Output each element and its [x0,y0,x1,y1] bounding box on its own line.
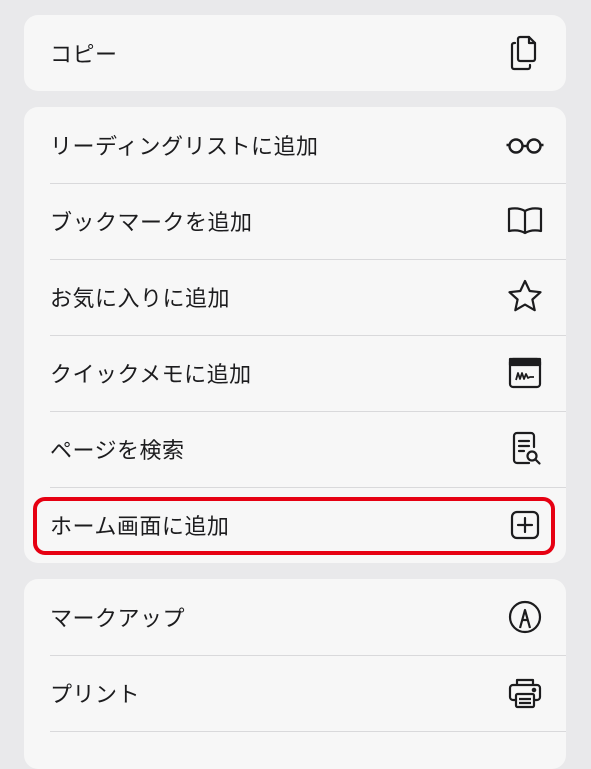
menu-item-label: ホーム画面に追加 [50,515,230,540]
menu-item-add-bookmark[interactable]: ブックマークを追加 [24,183,566,259]
markup-pen-icon [504,596,546,638]
menu-item-label: マークアップ [50,607,186,632]
menu-item-add-to-home-screen[interactable]: ホーム画面に追加 [24,487,566,563]
quick-note-icon [504,352,546,394]
menu-item-markup[interactable]: マークアップ [24,579,566,655]
menu-item-print[interactable]: プリント [24,655,566,731]
glasses-icon [504,124,546,166]
printer-icon [504,672,546,714]
tools-group: マークアップ プリント [24,579,566,769]
menu-item-label: ページを検索 [50,439,185,464]
add-square-icon [504,504,546,546]
menu-item-label: プリント [50,683,141,708]
copy-icon [504,32,546,74]
menu-item-add-reading-list[interactable]: リーディングリストに追加 [24,107,566,183]
menu-item-partial [24,731,566,769]
menu-item-find-on-page[interactable]: ページを検索 [24,411,566,487]
menu-item-label: コピー [50,43,118,68]
book-icon [504,200,546,242]
menu-item-add-favorites[interactable]: お気に入りに追加 [24,259,566,335]
copy-group: コピー [24,15,566,91]
star-icon [504,276,546,318]
menu-item-label: ブックマークを追加 [50,211,253,236]
menu-item-copy[interactable]: コピー [24,15,566,91]
menu-item-label: クイックメモに追加 [50,363,252,388]
menu-item-label: お気に入りに追加 [50,287,231,312]
find-in-page-icon [504,428,546,470]
actions-group: リーディングリストに追加 ブックマークを追加 お気に入りに追加 クイックメモに追… [24,107,566,563]
menu-item-add-quick-note[interactable]: クイックメモに追加 [24,335,566,411]
menu-item-label: リーディングリストに追加 [50,135,319,160]
